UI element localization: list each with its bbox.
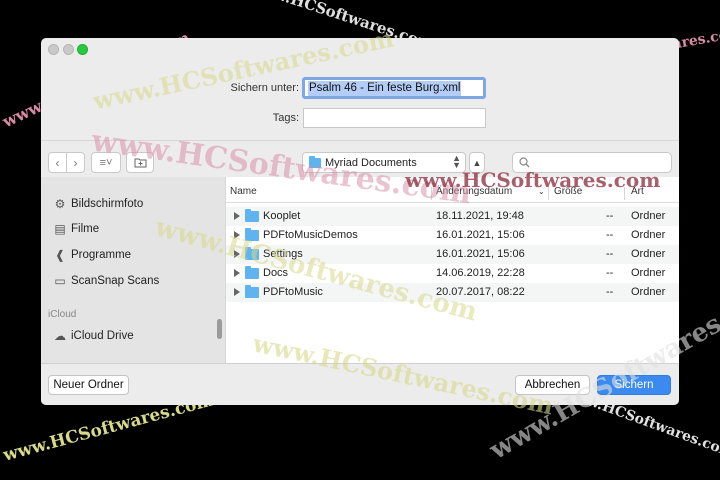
search-icon (519, 157, 530, 168)
file-kind: Ordner (631, 286, 666, 298)
sidebar: ⚙ Bildschirmfoto ▤ Filme ❰ Programme ▭ S… (41, 177, 225, 363)
dialog-footer: Neuer Ordner Abbrechen Sichern (41, 363, 679, 405)
file-list: Name Änderungsdatum ⌄ Größe Art Kooplet … (225, 177, 679, 363)
sidebar-item-icloud-drive[interactable]: ☁ iCloud Drive (53, 327, 134, 345)
close-window-button[interactable] (48, 44, 59, 55)
forward-button[interactable]: › (66, 152, 85, 173)
table-row[interactable]: Kooplet 18.11.2021, 19:48 -- Ordner (226, 207, 679, 226)
save-dialog: Sichern unter: Psalm 46 - Ein feste Burg… (41, 38, 679, 405)
location-popup[interactable]: Myriad Documents ▲ ▼ (302, 152, 466, 173)
search-field[interactable] (512, 152, 672, 173)
chevron-up-icon: ▲ (472, 157, 482, 168)
sidebar-item-label: Bildschirmfoto (71, 198, 144, 210)
view-mode-button[interactable]: ≡˅ (91, 152, 121, 173)
column-date[interactable]: Änderungsdatum (436, 186, 512, 197)
updown-chevron-icon: ▲ ▼ (452, 153, 461, 170)
save-button[interactable]: Sichern (597, 375, 671, 395)
folder-icon (245, 209, 259, 222)
file-size: -- (606, 286, 614, 298)
file-kind: Ordner (631, 229, 666, 241)
file-name: Docs (263, 267, 289, 279)
disclosure-triangle-icon[interactable] (234, 212, 240, 220)
filename-value: Psalm 46 - Ein feste Burg.xml (308, 81, 462, 96)
file-size: -- (606, 210, 614, 222)
file-date: 20.07.2017, 08:22 (436, 286, 525, 298)
location-label: Myriad Documents (325, 156, 417, 169)
column-name[interactable]: Name (230, 186, 257, 197)
file-date: 18.11.2021, 19:48 (436, 210, 524, 222)
back-button[interactable]: ‹ (48, 152, 67, 173)
save-as-label: Sichern unter: (230, 82, 299, 94)
film-icon: ▤ (54, 222, 66, 236)
folder-icon (245, 285, 259, 298)
sidebar-section-icloud: iCloud (48, 309, 77, 320)
sidebar-item-label: ScanSnap Scans (71, 275, 160, 287)
sidebar-item-bildschirmfoto[interactable]: ⚙ Bildschirmfoto (53, 195, 144, 213)
filename-input[interactable]: Psalm 46 - Ein feste Burg.xml (302, 77, 486, 99)
new-folder-toolbar-button[interactable] (126, 152, 154, 173)
column-size[interactable]: Größe (554, 186, 582, 197)
column-header: Name Änderungsdatum ⌄ Größe Art (226, 183, 679, 203)
disclosure-triangle-icon[interactable] (234, 269, 240, 277)
file-kind: Ordner (631, 267, 666, 279)
file-date: 14.06.2019, 22:28 (436, 267, 525, 279)
sidebar-scrollbar[interactable] (217, 319, 222, 339)
minimize-window-button[interactable] (63, 44, 74, 55)
sidebar-item-scansnap[interactable]: ▭ ScanSnap Scans (53, 272, 159, 290)
applications-icon: ❰ (54, 248, 66, 262)
sidebar-item-label: iCloud Drive (71, 330, 134, 342)
zoom-window-button[interactable] (77, 44, 88, 55)
sidebar-item-filme[interactable]: ▤ Filme (53, 220, 99, 238)
folder-icon (245, 228, 259, 241)
column-kind[interactable]: Art (631, 186, 644, 197)
folder-icon (245, 266, 259, 279)
file-date: 16.01.2021, 15:06 (436, 229, 525, 241)
cloud-icon: ☁ (54, 329, 66, 343)
file-size: -- (606, 267, 614, 279)
file-date: 16.01.2021, 15:06 (436, 248, 525, 260)
chevron-left-icon: ‹ (55, 155, 60, 170)
table-row[interactable]: PDFtoMusic 20.07.2017, 08:22 -- Ordner (226, 283, 679, 302)
sidebar-item-label: Filme (71, 223, 100, 235)
table-row[interactable]: Settings 16.01.2021, 15:06 -- Ordner (226, 245, 679, 264)
table-row[interactable]: Docs 14.06.2019, 22:28 -- Ordner (226, 264, 679, 283)
folder-icon: ▭ (54, 274, 66, 288)
file-name: PDFtoMusic (263, 286, 323, 298)
folder-icon (245, 247, 259, 260)
file-name: PDFtoMusicDemos (263, 229, 358, 241)
tags-input[interactable] (303, 108, 486, 128)
new-folder-button[interactable]: Neuer Ordner (48, 375, 129, 395)
file-name: Settings (263, 248, 303, 260)
disclosure-triangle-icon[interactable] (234, 231, 240, 239)
chevron-right-icon: › (73, 155, 78, 170)
folder-icon (309, 155, 321, 168)
file-kind: Ordner (631, 210, 666, 222)
navigation-toolbar: ‹ › ≡˅ Myriad Documents ▲ ▼ ▲ (41, 140, 679, 177)
file-size: -- (606, 248, 614, 260)
sidebar-item-label: Programme (71, 249, 132, 261)
list-view-icon: ≡˅ (99, 156, 113, 169)
new-folder-icon (134, 158, 146, 168)
collapse-dialog-button[interactable]: ▲ (469, 152, 485, 173)
sidebar-item-programme[interactable]: ❰ Programme (53, 246, 131, 264)
file-kind: Ordner (631, 248, 666, 260)
file-size: -- (606, 229, 614, 241)
screenshot-icon: ⚙ (54, 197, 66, 211)
tags-label: Tags: (272, 112, 299, 124)
table-row[interactable]: PDFtoMusicDemos 16.01.2021, 15:06 -- Ord… (226, 226, 679, 245)
chevron-down-icon: ⌄ (538, 187, 545, 196)
file-name: Kooplet (263, 210, 301, 222)
cancel-button[interactable]: Abbrechen (515, 375, 590, 395)
disclosure-triangle-icon[interactable] (234, 288, 240, 296)
disclosure-triangle-icon[interactable] (234, 250, 240, 258)
